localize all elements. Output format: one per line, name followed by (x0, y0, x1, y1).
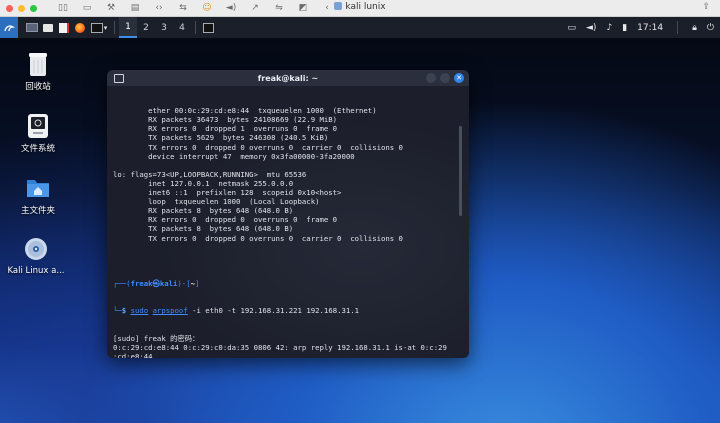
terminal-title: freak@kali: ~ (257, 73, 319, 83)
home-folder-icon (25, 174, 51, 200)
share-sheet-icon[interactable]: ⇪ (702, 2, 710, 12)
panel-separator (114, 21, 115, 34)
terminal-line: RX packets 36473 bytes 24108669 (22.9 Mi… (113, 115, 338, 125)
terminal-line: 0:c:29:cd:e8:44 0:c:29:c0:da:35 0806 42:… (113, 342, 447, 352)
power-icon[interactable]: ⏻ (707, 23, 714, 33)
panel-separator (195, 21, 196, 34)
terminal-line: device interrupt 47 memory 0x3fa00000-3f… (113, 151, 355, 161)
desktop-icon-trash[interactable]: 回收站 (6, 50, 70, 92)
terminal-line: RX errors 0 dropped 1 overruns 0 frame 0 (113, 124, 338, 134)
terminal-window-buttons: ✕ (426, 73, 464, 83)
shell-prompt-line-1: ┌──(freak㉿kali)-[~] (113, 278, 200, 288)
workspace-4[interactable]: 4 (173, 17, 191, 38)
show-desktop-icon[interactable] (24, 17, 40, 38)
speaker-icon[interactable]: ◄) (225, 3, 237, 13)
terminal-line: [sudo] freak 的密码： (113, 333, 200, 343)
lock-icon[interactable]: 🔒︎ (692, 23, 697, 33)
vm-toolbar: ▯▯ ▭ ⚒ ▤ ‹› ⇆ ☺ ◄) ↗ ⇋ ◩ ‹ (57, 3, 333, 13)
back-chevron-icon[interactable]: ‹ (321, 3, 333, 13)
window-controls (6, 4, 37, 12)
terminal-line: TX packets 8 bytes 648 (648.0 B) (113, 224, 294, 234)
minimize-icon[interactable] (426, 73, 436, 83)
close-icon[interactable]: ✕ (454, 73, 464, 83)
terminal-line: RX errors 0 dropped 0 overruns 0 frame 0 (113, 215, 338, 225)
workspace-2[interactable]: 2 (137, 17, 155, 38)
terminal-output-bottom: [sudo] freak 的密码： 0:c:29:cd:e8:44 0:c:29:… (113, 334, 463, 358)
terminal-line: inet6 ::1 prefixlen 128 scopeid 0x10<hos… (113, 188, 342, 198)
shell-prompt-line-2: └─$ sudo arpspoof -i eth0 -t 192.168.31.… (113, 306, 360, 316)
screen-icon[interactable]: ▭ (81, 3, 93, 13)
workspace-3[interactable]: 3 (155, 17, 173, 38)
monitor-icon[interactable]: ▭ (567, 23, 576, 33)
host-right-tools: ⇪ (702, 2, 710, 12)
host-window-titlebar: ▯▯ ▭ ⚒ ▤ ‹› ⇆ ☺ ◄) ↗ ⇋ ◩ ‹ kali lunix ⇪ (0, 0, 720, 17)
desktop-icon-kali-disc[interactable]: Kali Linux a... (4, 236, 68, 276)
terminal-titlebar[interactable]: freak@kali: ~ ✕ (107, 70, 469, 86)
firefox-icon[interactable] (72, 17, 88, 38)
terminal-output[interactable]: ether 00:0c:29:cd:e8:44 txqueuelen 1000 … (107, 86, 469, 358)
terminal-window[interactable]: freak@kali: ~ ✕ ether 00:0c:29:cd:e8:44 … (107, 70, 469, 358)
maximize-icon[interactable] (440, 73, 450, 83)
terminal-line: TX errors 0 dropped 0 overruns 0 carrier… (113, 142, 403, 152)
battery-icon[interactable]: ▮ (622, 23, 627, 33)
notification-bell-icon[interactable]: ♪ (606, 23, 612, 33)
drive-icon[interactable]: ▤ (129, 3, 141, 13)
terminal-output-top: ether 00:0c:29:cd:e8:44 txqueuelen 1000 … (113, 106, 463, 261)
switch-icon[interactable]: ⇋ (273, 3, 285, 13)
trash-icon (25, 50, 51, 76)
drive-icon (25, 112, 51, 138)
optical-disc-icon (23, 236, 49, 262)
terminal-line: lo: flags=73<UP,LOOPBACK,RUNNING> mtu 65… (113, 169, 307, 179)
terminal-launcher-icon[interactable]: ▾ (88, 17, 110, 38)
panel-tray: ▭ ◄) ♪ ▮ 17:14 🔒︎ ⏻ (567, 17, 714, 38)
terminal-line: :cd:e8:44 (113, 351, 153, 358)
terminal-line: loop txqueuelen 1000 (Local Loopback) (113, 197, 320, 207)
text-editor-icon[interactable] (56, 17, 72, 38)
clock[interactable]: 17:14 (637, 23, 663, 33)
usb-icon[interactable]: ⇆ (177, 3, 189, 13)
terminal-scrollbar[interactable] (459, 126, 462, 216)
code-icon[interactable]: ‹› (153, 3, 165, 13)
terminal-line: ether 00:0c:29:cd:e8:44 txqueuelen 1000 … (113, 106, 377, 116)
taskbar-terminal-icon[interactable] (200, 17, 216, 38)
wrench-icon[interactable]: ⚒ (105, 3, 117, 13)
zoom-window-button[interactable] (30, 4, 37, 12)
user-icon[interactable]: ☺ (201, 3, 213, 13)
minimize-window-button[interactable] (18, 4, 25, 12)
display-icon[interactable]: ◩ (297, 3, 309, 13)
close-window-button[interactable] (6, 4, 13, 12)
share-icon[interactable]: ↗ (249, 3, 261, 13)
kali-top-panel: ▾ 1 2 3 4 ▭ ◄) ♪ ▮ 17:14 🔒︎ ⏻ (0, 17, 720, 38)
terminal-line: inet 127.0.0.1 netmask 255.0.0.0 (113, 178, 294, 188)
desktop-icon-home[interactable]: 主文件夹 (6, 174, 70, 216)
desktop-icon-filesystem[interactable]: 文件系统 (6, 112, 70, 154)
kali-menu-icon[interactable] (0, 17, 18, 38)
volume-icon[interactable]: ◄) (586, 23, 596, 33)
workspace-1[interactable]: 1 (119, 17, 137, 38)
sidebar-toggle-icon[interactable]: ▯▯ (57, 3, 69, 13)
terminal-line: TX packets 5629 bytes 246308 (240.5 KiB) (113, 133, 329, 143)
terminal-line: RX packets 8 bytes 648 (648.0 B) (113, 206, 294, 216)
file-manager-icon[interactable] (40, 17, 56, 38)
terminal-line: TX errors 0 dropped 0 overruns 0 carrier… (113, 233, 403, 243)
panel-separator (677, 21, 679, 34)
vm-app-icon (334, 2, 343, 10)
